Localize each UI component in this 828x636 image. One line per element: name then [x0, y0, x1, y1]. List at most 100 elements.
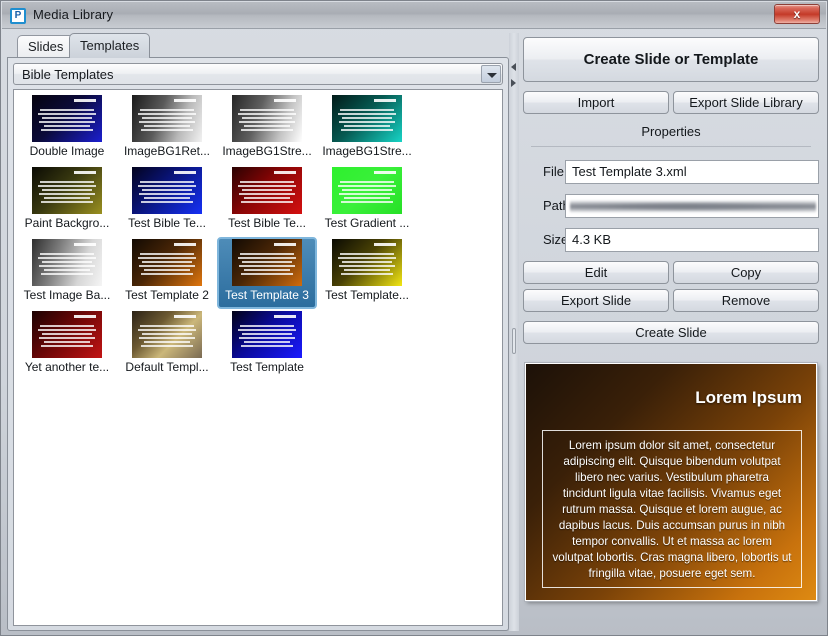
- thumbnail-title-bar: [74, 171, 96, 174]
- thumbnail-text-lines: [238, 253, 296, 283]
- close-icon[interactable]: x: [774, 4, 820, 24]
- library-select-value: Bible Templates: [22, 67, 114, 82]
- thumbnail-text-lines: [238, 181, 296, 211]
- preview-text-frame: Lorem ipsum dolor sit amet, consectetur …: [542, 430, 802, 588]
- create-slide-button[interactable]: Create Slide: [523, 321, 819, 344]
- thumbnail-title-bar: [174, 99, 196, 102]
- thumbnail-caption: Test Template: [230, 360, 304, 374]
- thumbnail-title-bar: [74, 243, 96, 246]
- thumbnail-image: [232, 95, 302, 142]
- export-slide-button[interactable]: Export Slide: [523, 289, 669, 312]
- template-thumbnail-item[interactable]: Test Gradient ...: [317, 165, 417, 237]
- thumbnail-caption: Paint Backgro...: [24, 216, 110, 230]
- chevron-down-icon[interactable]: [481, 65, 501, 83]
- thumbnail-title-bar: [274, 171, 296, 174]
- thumbnail-title-bar: [174, 171, 196, 174]
- thumbnail-image: [132, 95, 202, 142]
- size-input[interactable]: 4.3 KB: [565, 228, 819, 252]
- template-thumbnail-item[interactable]: Test Template: [217, 309, 317, 381]
- thumbnail-caption: Double Image: [29, 144, 105, 158]
- template-thumbnail-item[interactable]: Test Template 2: [117, 237, 217, 309]
- template-thumbnail-item[interactable]: ImageBG1Stre...: [217, 93, 317, 165]
- thumbnail-caption: Test Gradient ...: [324, 216, 410, 230]
- tab-slides[interactable]: Slides: [17, 35, 75, 57]
- thumbnail-caption: ImageBG1Stre...: [222, 144, 312, 158]
- thumbnail-image: [232, 311, 302, 358]
- thumbnail-text-lines: [138, 253, 196, 283]
- thumbnail-caption: Test Image Ba...: [23, 288, 111, 302]
- thumbnail-image: [132, 167, 202, 214]
- thumbnail-image: [32, 239, 102, 286]
- import-button[interactable]: Import: [523, 91, 669, 114]
- file-label: File: [543, 164, 564, 179]
- template-thumbnail-item[interactable]: Test Bible Te...: [217, 165, 317, 237]
- thumbnail-caption: Yet another te...: [24, 360, 110, 374]
- split-pane-divider[interactable]: [509, 33, 519, 631]
- thumbnail-text-lines: [38, 253, 96, 283]
- template-thumbnail-grid[interactable]: Double Image ImageBG1Ret... ImageBG1Stre..…: [13, 89, 503, 626]
- media-library-window: P Media Library x Slides Templates Bible…: [0, 0, 828, 636]
- export-slide-library-button[interactable]: Export Slide Library: [673, 91, 819, 114]
- template-thumbnail-item[interactable]: Double Image: [17, 93, 117, 165]
- thumbnail-image: [332, 239, 402, 286]
- window-title: Media Library: [33, 7, 114, 22]
- remove-button[interactable]: Remove: [673, 289, 819, 312]
- app-logo-icon: P: [10, 8, 26, 24]
- template-thumbnail-item[interactable]: ImageBG1Stre...: [317, 93, 417, 165]
- collapse-left-icon[interactable]: [511, 63, 516, 71]
- thumbnail-caption: ImageBG1Stre...: [322, 144, 412, 158]
- edit-button[interactable]: Edit: [523, 261, 669, 284]
- library-select[interactable]: Bible Templates: [13, 63, 503, 85]
- thumbnail-image: [32, 167, 102, 214]
- template-preview[interactable]: Lorem Ipsum Lorem ipsum dolor sit amet, …: [525, 363, 817, 601]
- thumbnail-text-lines: [38, 181, 96, 211]
- thumbnail-title-bar: [374, 99, 396, 102]
- thumbnail-title-bar: [174, 315, 196, 318]
- create-slide-or-template-button[interactable]: Create Slide or Template: [523, 37, 819, 82]
- thumbnail-image: [132, 239, 202, 286]
- template-thumbnail-item[interactable]: Test Bible Te...: [117, 165, 217, 237]
- thumbnail-text-lines: [138, 325, 196, 355]
- template-thumbnail-item[interactable]: Test Template 3: [217, 237, 317, 309]
- copy-button[interactable]: Copy: [673, 261, 819, 284]
- thumbnail-text-lines: [38, 325, 96, 355]
- collapse-right-icon[interactable]: [511, 79, 516, 87]
- thumbnail-image: [332, 95, 402, 142]
- tab-templates[interactable]: Templates: [69, 33, 151, 58]
- tab-strip: Slides Templates: [7, 33, 509, 58]
- path-input[interactable]: [565, 194, 819, 218]
- thumbnail-image: [232, 167, 302, 214]
- size-field-row: Size 4.3 KB: [523, 228, 819, 252]
- template-thumbnail-item[interactable]: Default Templ...: [117, 309, 217, 381]
- template-thumbnail-item[interactable]: Test Image Ba...: [17, 237, 117, 309]
- thumbnail-title-bar: [274, 315, 296, 318]
- template-thumbnail-item[interactable]: Test Template...: [317, 237, 417, 309]
- thumbnail-image: [132, 311, 202, 358]
- thumbnail-text-lines: [238, 109, 296, 139]
- thumbnail-title-bar: [374, 243, 396, 246]
- thumbnail-image: [332, 167, 402, 214]
- template-thumbnail-item[interactable]: Paint Backgro...: [17, 165, 117, 237]
- title-bar: P Media Library x: [2, 2, 826, 29]
- properties-panel: Create Slide or Template Import Export S…: [519, 33, 823, 631]
- thumbnail-caption: Test Bible Te...: [228, 216, 306, 230]
- thumbnail-text-lines: [338, 253, 396, 283]
- path-redacted-value: [570, 199, 816, 214]
- thumbnail-title-bar: [174, 243, 196, 246]
- preview-body-text: Lorem ipsum dolor sit amet, consectetur …: [552, 439, 792, 580]
- preview-title: Lorem Ipsum: [695, 388, 802, 407]
- thumbnail-image: [32, 95, 102, 142]
- template-thumbnail-item[interactable]: Yet another te...: [17, 309, 117, 381]
- templates-tab-content: Bible Templates Double Image ImageBG1Ret.…: [7, 57, 509, 631]
- thumbnail-text-lines: [138, 109, 196, 139]
- thumbnail-caption: Test Template 3: [225, 288, 309, 302]
- thumbnail-caption: Default Templ...: [125, 360, 209, 374]
- path-field-row: Path: [523, 194, 819, 218]
- file-field-row: File Test Template 3.xml: [523, 160, 819, 184]
- file-input[interactable]: Test Template 3.xml: [565, 160, 819, 184]
- thumbnail-text-lines: [138, 181, 196, 211]
- template-thumbnail-item[interactable]: ImageBG1Ret...: [117, 93, 217, 165]
- thumbnail-title-bar: [274, 243, 296, 246]
- divider-grip[interactable]: [512, 328, 516, 354]
- thumbnail-title-bar: [274, 99, 296, 102]
